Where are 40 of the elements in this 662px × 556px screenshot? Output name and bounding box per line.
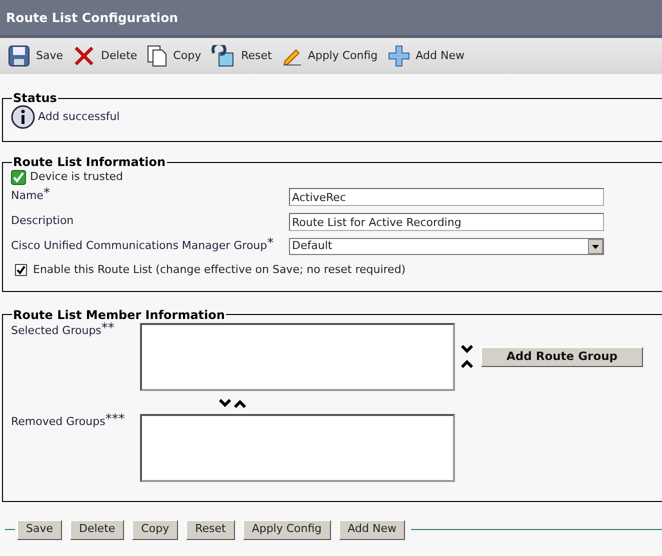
toolbar-button[interactable]: Apply Config [282,46,378,66]
status-message: Add successful [38,108,120,125]
delete-x-icon [73,45,96,67]
info-icon [11,105,35,129]
required-mark: ** [101,320,114,336]
move-up-icon[interactable] [234,398,246,408]
enable-label: Enable this Route List (change effective on Save; no reset required) [33,262,406,278]
required-mark: * [43,186,50,201]
add-route-group-button[interactable]: Add Route Group [481,346,643,366]
required-mark: *** [105,412,125,426]
move-up-icon[interactable] [461,358,473,368]
toolbar-button[interactable]: Add New [388,45,464,67]
section-legend: Route List Member Information [12,306,226,324]
footer-button[interactable]: Reset [186,520,235,540]
field-label: Description [11,213,75,229]
move-down-icon[interactable] [219,398,231,408]
text-field[interactable]: ActiveRec [289,188,604,206]
move-down-icon[interactable] [461,344,473,354]
required-mark: * [267,236,274,251]
toolbar-button[interactable]: Reset [211,45,272,67]
toolbar-button[interactable]: Save [8,45,64,67]
section-legend: Status [12,89,58,107]
group-select[interactable]: Default [289,238,604,255]
removed-groups-list[interactable] [140,414,455,482]
footer-button[interactable]: Delete [70,520,124,540]
toolbar-button[interactable]: Copy [147,45,202,67]
text-field[interactable]: Route List for Active Recording [289,213,604,231]
footer-button[interactable]: Add New [338,520,406,540]
footer-button[interactable]: Save [17,520,62,540]
copy-icon [147,45,168,67]
enable-checkbox[interactable] [15,264,27,276]
footer-button[interactable]: Apply Config [242,520,331,540]
plus-icon [388,45,410,67]
window-title: Route List Configuration [6,9,178,28]
footer-button[interactable]: Copy [132,520,178,540]
selected-groups-list[interactable] [140,322,455,390]
toolbar-button[interactable]: Delete [73,45,138,67]
section-legend: Route List Information [12,153,167,171]
trusted-label: Device is trusted [30,169,124,186]
box-with-arrow-icon [211,45,236,67]
